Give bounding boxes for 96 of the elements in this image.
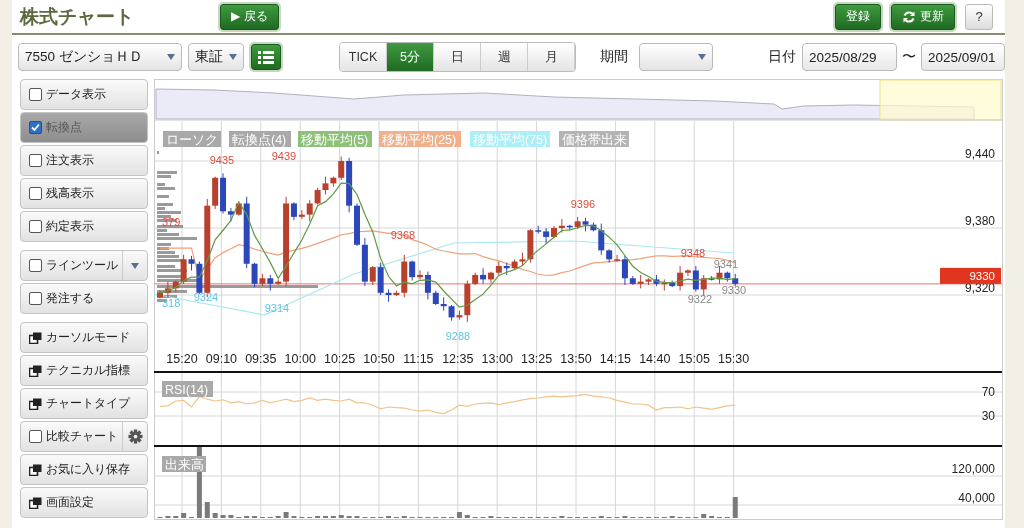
list-icon [258, 50, 274, 64]
window-icon [29, 463, 42, 476]
axis-label: 9,380 [964, 214, 995, 228]
page-title: 株式チャート [20, 4, 134, 29]
time-label: 14:40 [639, 352, 671, 366]
period-tab[interactable]: 月 [528, 43, 575, 71]
sidebar-button[interactable]: 画面設定 [20, 487, 148, 518]
price-label: 9322 [687, 293, 713, 305]
date-label: 日付 [768, 48, 796, 66]
axis-label: 9,320 [964, 281, 995, 295]
checkbox[interactable] [29, 88, 42, 101]
sidebar-toggle[interactable]: データ表示 [20, 79, 148, 110]
time-label: 10:25 [323, 352, 356, 366]
price-label: 379 [162, 216, 181, 228]
checkbox[interactable] [29, 220, 42, 233]
sidebar-button[interactable]: カーソルモード [20, 322, 148, 353]
sidebar-button[interactable]: チャートタイプ [20, 388, 148, 419]
time-label: 15:05 [678, 352, 710, 366]
sidebar-button[interactable]: テクニカル指標 [20, 355, 148, 386]
price-label: 9314 [264, 302, 290, 314]
window-icon [29, 496, 42, 509]
gear-icon[interactable] [127, 429, 143, 444]
window-icon [29, 364, 42, 377]
period-tab[interactable]: TICK [340, 43, 387, 71]
axis-label: 120,000 [951, 462, 995, 476]
axis-label: 30 [981, 409, 995, 423]
volume-bar [228, 515, 234, 518]
time-label: 10:50 [363, 352, 395, 366]
time-label: 14:15 [599, 352, 632, 366]
register-button[interactable]: 登録 [835, 3, 881, 30]
rsi-tag: RSI(14) [162, 381, 213, 397]
volume-bar [212, 513, 218, 518]
help-button[interactable]: ? [965, 3, 993, 30]
time-label: 13:00 [481, 352, 513, 366]
time-label: 13:25 [520, 352, 553, 366]
volume-bar [464, 515, 470, 518]
refresh-button[interactable]: 更新 [891, 3, 955, 30]
price-label: 9341 [713, 258, 739, 270]
back-button[interactable]: ▶ 戻る [220, 3, 279, 30]
range-handle[interactable] [879, 79, 1002, 121]
sidebar-button[interactable]: お気に入り保存 [20, 454, 148, 485]
time-label: 15:20 [166, 352, 198, 366]
price-label: 9288 [445, 330, 471, 342]
sidebar-toggle[interactable]: 発注する [20, 283, 148, 314]
checkbox[interactable] [29, 292, 42, 305]
volume-tag: 出来高 [162, 456, 206, 472]
checkbox[interactable] [29, 154, 42, 167]
time-label: 09:35 [245, 352, 277, 366]
checkbox[interactable] [29, 259, 42, 272]
price-label: 9435 [209, 154, 235, 166]
toggle-label[interactable]: 比較チャート [46, 428, 118, 445]
time-label: 11:15 [403, 352, 434, 366]
range-label: 期間 [600, 48, 628, 66]
axis-label: 9,440 [964, 147, 995, 161]
volume-bar [732, 497, 738, 518]
time-label: 10:00 [284, 352, 316, 366]
time-label: 09:10 [205, 352, 238, 366]
sidebar-toggle[interactable]: 残高表示 [20, 178, 148, 209]
volume-bar [181, 513, 187, 518]
sidebar-toggle[interactable]: 注文表示 [20, 145, 148, 176]
checkbox[interactable] [29, 121, 42, 134]
refresh-icon [902, 9, 916, 24]
checkbox[interactable] [29, 430, 42, 443]
window-icon [29, 397, 42, 410]
price-label: 9330 [721, 284, 747, 296]
sidebar-toggle[interactable]: 約定表示 [20, 211, 148, 242]
checkbox[interactable] [29, 187, 42, 200]
time-label: 12:35 [442, 352, 474, 366]
date-from-field[interactable]: 2025/08/29 [802, 43, 897, 71]
price-label: 9396 [570, 198, 596, 210]
price-label: 9324 [193, 291, 219, 303]
date-separator: 〜 [902, 48, 916, 66]
window-icon [29, 331, 42, 344]
volume-bar [204, 502, 210, 518]
market-select[interactable]: 東証 [188, 43, 244, 71]
axis-label: 70 [981, 385, 995, 399]
volume-bar [701, 514, 707, 518]
period-tab[interactable]: 5分 [387, 43, 434, 71]
axis-label: 40,000 [958, 491, 995, 505]
date-to-field[interactable]: 2025/09/01 [921, 43, 1005, 71]
sidebar-toggle[interactable]: ラインツール [20, 250, 148, 281]
caret-icon[interactable] [131, 262, 139, 269]
period-tab[interactable]: 週 [481, 43, 528, 71]
volume-bar [220, 515, 226, 518]
volume-bar [283, 512, 289, 518]
price-label: 9348 [680, 247, 706, 259]
list-button[interactable] [251, 44, 281, 70]
time-label: 13:50 [560, 352, 592, 366]
price-label: 9439 [271, 150, 297, 162]
sidebar-toggle[interactable]: 比較チャート [20, 421, 148, 452]
stock-select[interactable]: 7550 ゼンショＨＤ [18, 43, 182, 71]
period-tab[interactable]: 日 [434, 43, 481, 71]
price-label: 318 [162, 297, 181, 309]
volume-bar [338, 515, 344, 518]
toggle-label[interactable]: ラインツール [46, 257, 118, 274]
time-label: 15:30 [717, 352, 750, 366]
